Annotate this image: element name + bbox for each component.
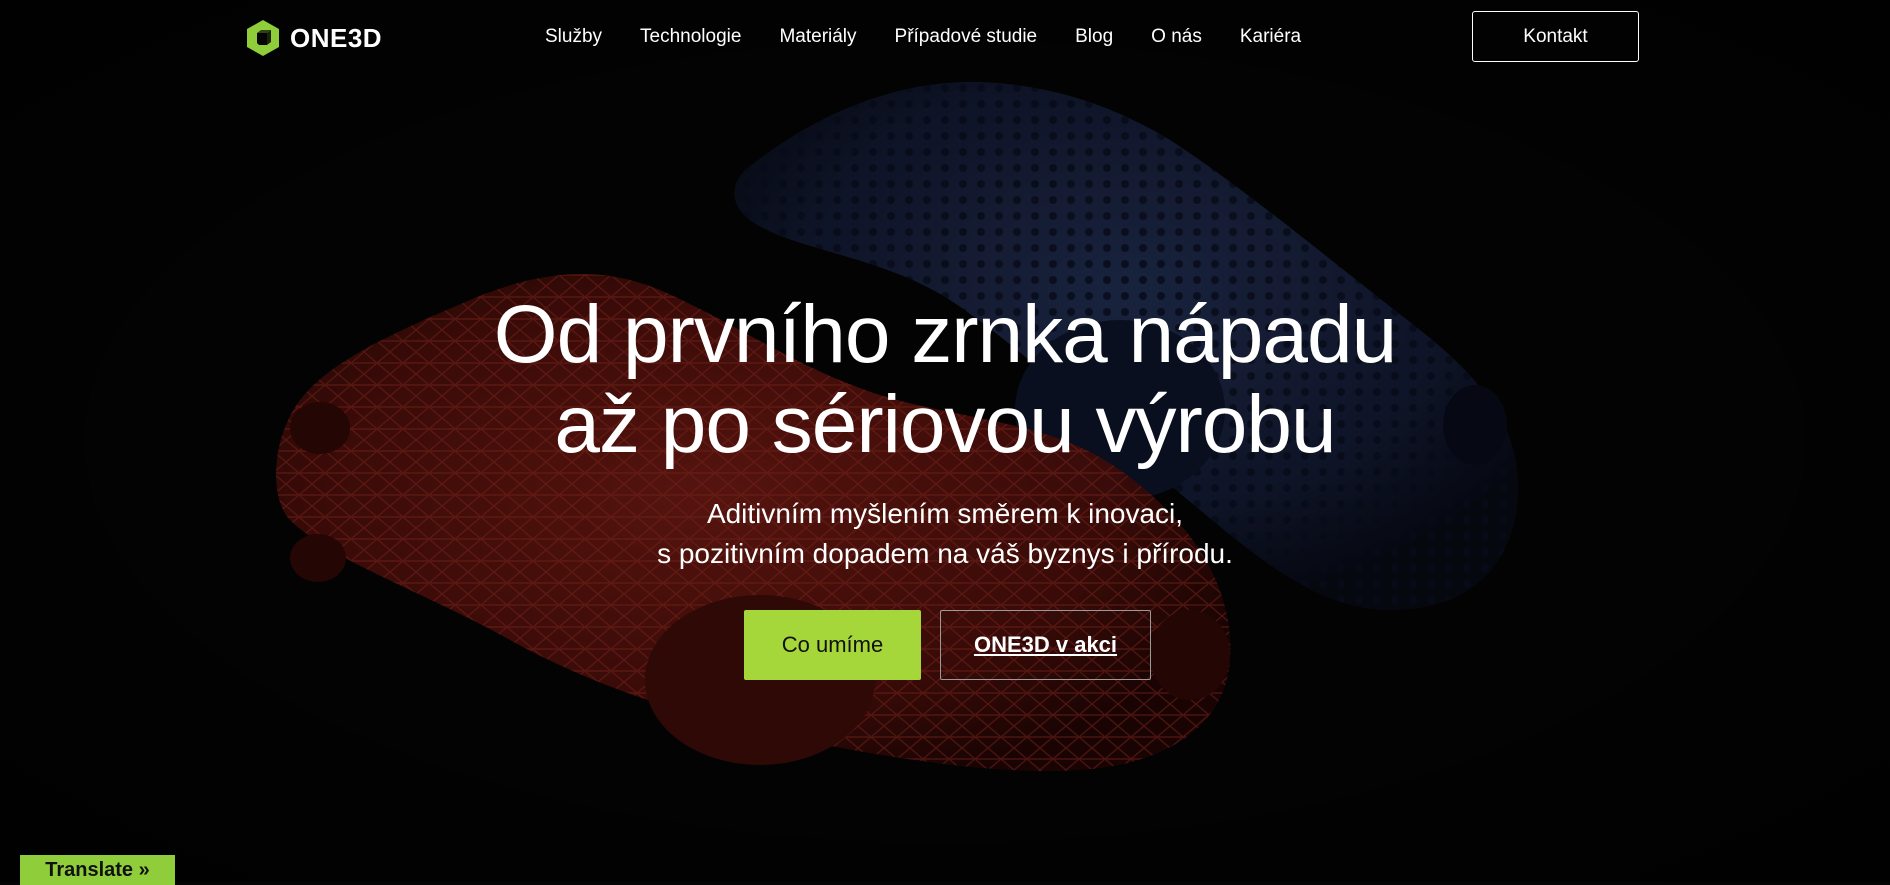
nav-item-technologie[interactable]: Technologie — [640, 26, 741, 48]
nav-item-materialy[interactable]: Materiály — [779, 26, 856, 48]
hero-title-line-2: až po sériovou výrobu — [554, 379, 1336, 470]
nav-item-o-nas[interactable]: O nás — [1151, 26, 1202, 48]
hero-subtitle-line-2: s pozitivním dopadem na váš byznys i pří… — [657, 538, 1233, 569]
nav-item-blog[interactable]: Blog — [1075, 26, 1113, 48]
hero-title: Od prvního zrnka nápadu až po sériovou v… — [0, 290, 1890, 470]
what-we-do-button[interactable]: Co umíme — [744, 610, 921, 680]
site-header: ONE3D Služby Technologie Materiály Přípa… — [0, 0, 1890, 74]
nav-item-sluzby[interactable]: Služby — [545, 26, 602, 48]
nav-item-kariera[interactable]: Kariéra — [1240, 26, 1301, 48]
hero-actions: Co umíme ONE3D v akci — [0, 610, 1890, 680]
hero-section: Od prvního zrnka nápadu až po sériovou v… — [0, 290, 1890, 680]
hero-title-line-1: Od prvního zrnka nápadu — [493, 289, 1397, 380]
main-nav: Služby Technologie Materiály Případové s… — [545, 26, 1301, 48]
logo[interactable]: ONE3D — [246, 19, 382, 57]
one3d-in-action-button[interactable]: ONE3D v akci — [940, 610, 1151, 680]
contact-button[interactable]: Kontakt — [1472, 11, 1639, 62]
logo-text: ONE3D — [290, 22, 383, 53]
hero-subtitle-line-1: Aditivním myšlením směrem k inovaci, — [706, 498, 1184, 529]
logo-cube-icon — [247, 20, 279, 56]
translate-button[interactable]: Translate » — [20, 855, 175, 885]
nav-item-pripadove-studie[interactable]: Případové studie — [895, 26, 1038, 48]
hero-subtitle: Aditivním myšlením směrem k inovaci, s p… — [0, 494, 1890, 574]
